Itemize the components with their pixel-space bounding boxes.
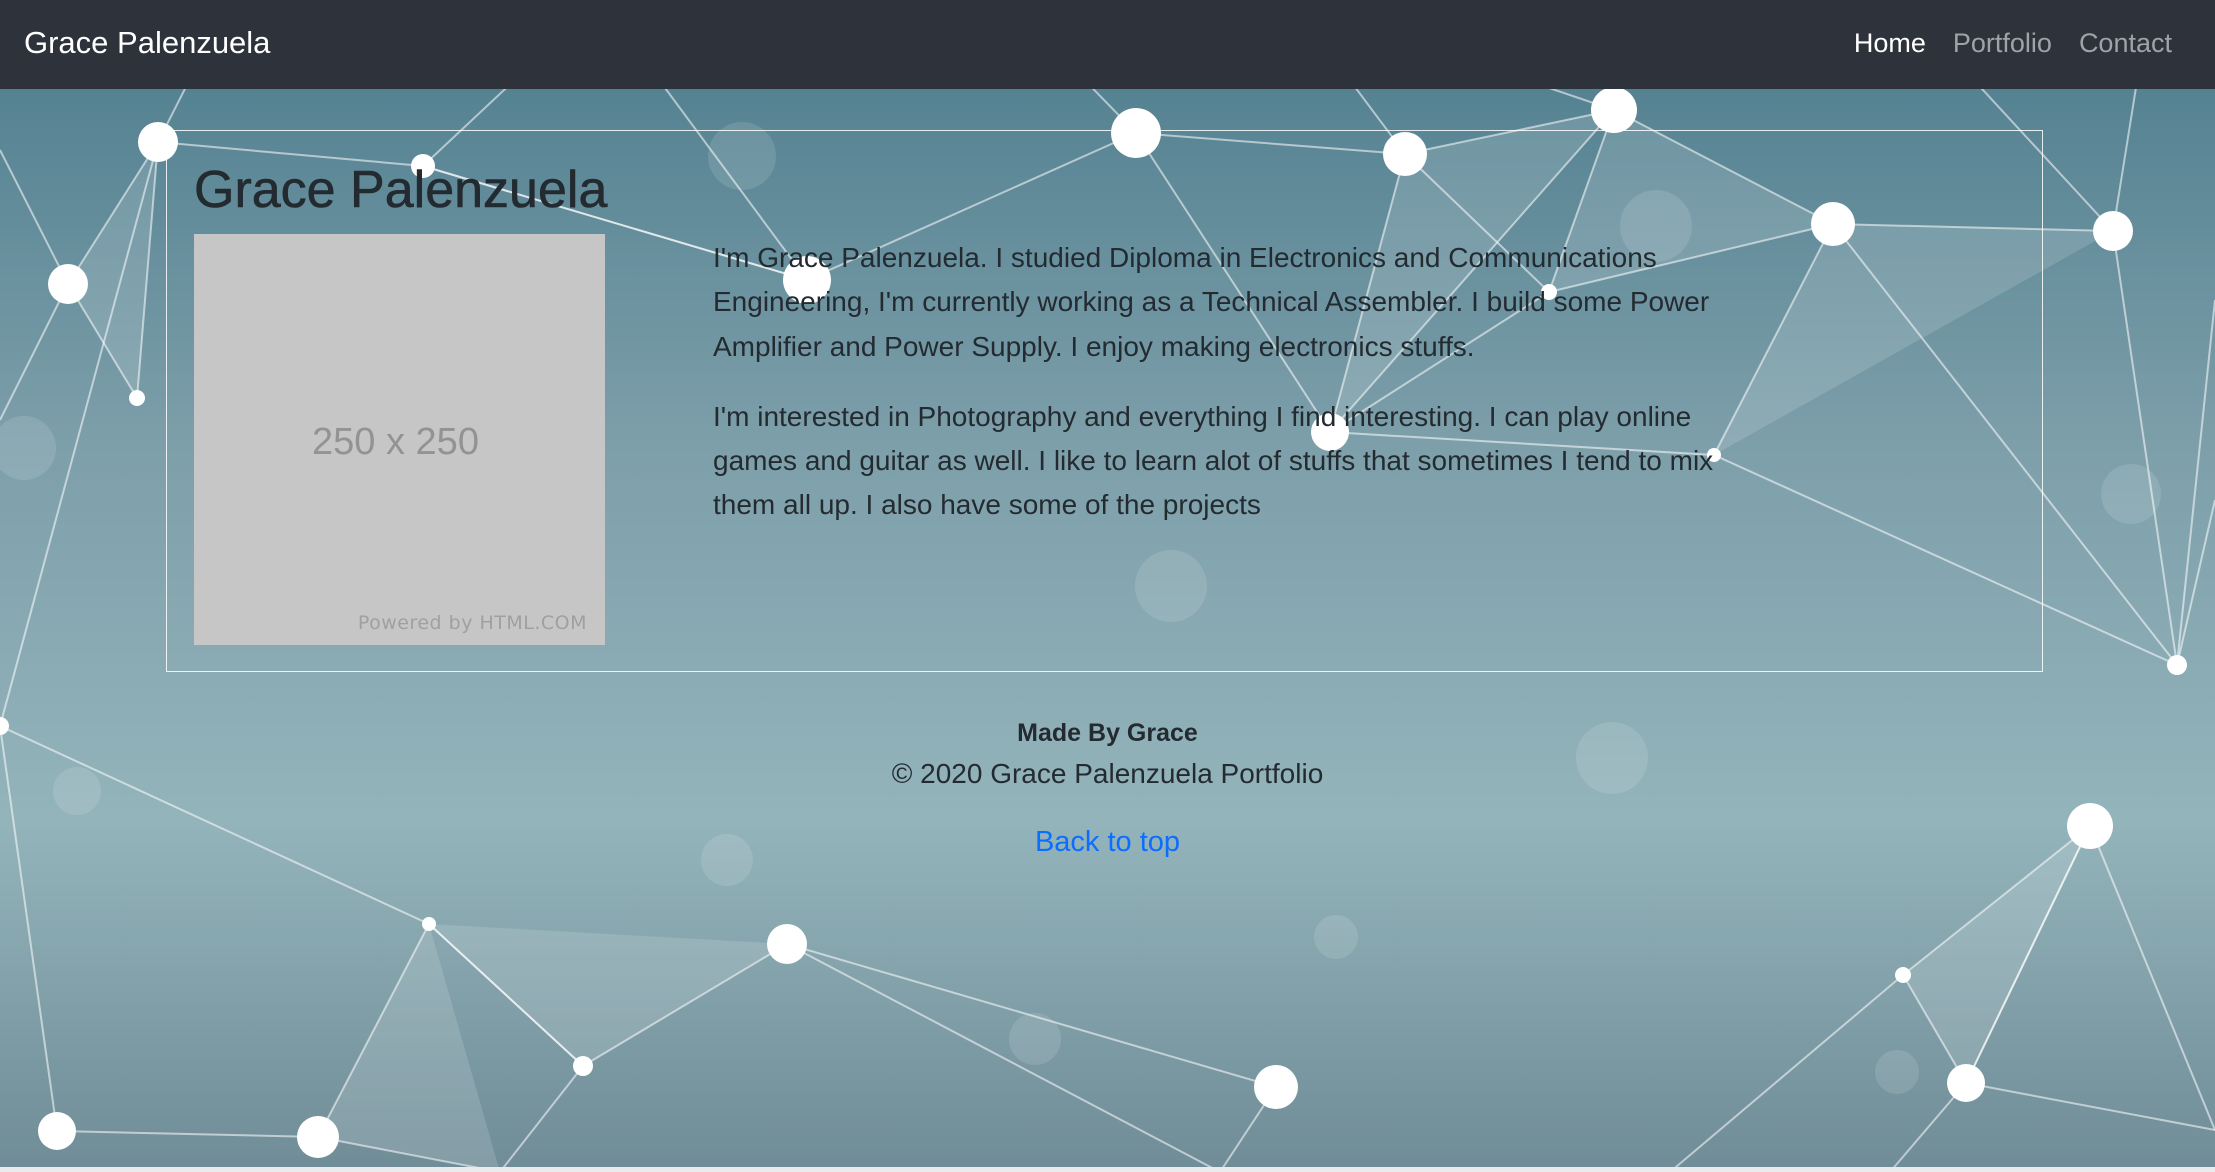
bio-paragraph-1: I'm Grace Palenzuela. I studied Diploma … (713, 242, 1710, 362)
bio-text: I'm Grace Palenzuela. I studied Diploma … (713, 236, 1723, 554)
placeholder-credit-text: Powered by HTML.COM (357, 612, 587, 634)
network-node (1254, 1065, 1298, 1109)
placeholder-size-text: 250 x 250 (312, 421, 479, 463)
made-by-text: Made By Grace (1017, 719, 1198, 747)
page-footer: Made By Grace © 2020 Grace Palenzuela Po… (0, 714, 2215, 862)
top-navbar: Grace Palenzuela Home Portfolio Contact (0, 0, 2215, 89)
network-node (1947, 1064, 1985, 1102)
network-node (422, 917, 436, 931)
back-to-top-link[interactable]: Back to top (1035, 822, 1180, 862)
network-node (129, 390, 145, 406)
copyright-text: © 2020 Grace Palenzuela Portfolio (891, 758, 1324, 789)
network-node (1895, 967, 1911, 983)
network-node (297, 1116, 339, 1158)
network-faint-node (1009, 1013, 1061, 1065)
network-node (767, 924, 807, 964)
network-node (2093, 211, 2133, 251)
network-faint-node (1314, 915, 1358, 959)
nav-link-home[interactable]: Home (1854, 23, 1926, 63)
navbar-brand-link[interactable]: Grace Palenzuela (24, 23, 270, 63)
nav-link-portfolio[interactable]: Portfolio (1953, 23, 2052, 63)
network-faint-node (2101, 464, 2161, 524)
window-bottom-edge (0, 1167, 2215, 1172)
network-node (1591, 87, 1637, 133)
network-node (2167, 655, 2187, 675)
network-node (48, 264, 88, 304)
nav-link-contact[interactable]: Contact (2079, 23, 2172, 63)
bio-paragraph-2: I'm interested in Photography and everyt… (713, 400, 1714, 521)
profile-photo-placeholder: 250 x 250 Powered by HTML.COM (194, 234, 605, 645)
network-node (38, 1112, 76, 1150)
network-node (573, 1056, 593, 1076)
network-faint-node (1875, 1050, 1919, 1094)
bio-title: Grace Palenzuela (194, 161, 608, 220)
navbar-links: Home Portfolio Contact (1854, 23, 2172, 63)
